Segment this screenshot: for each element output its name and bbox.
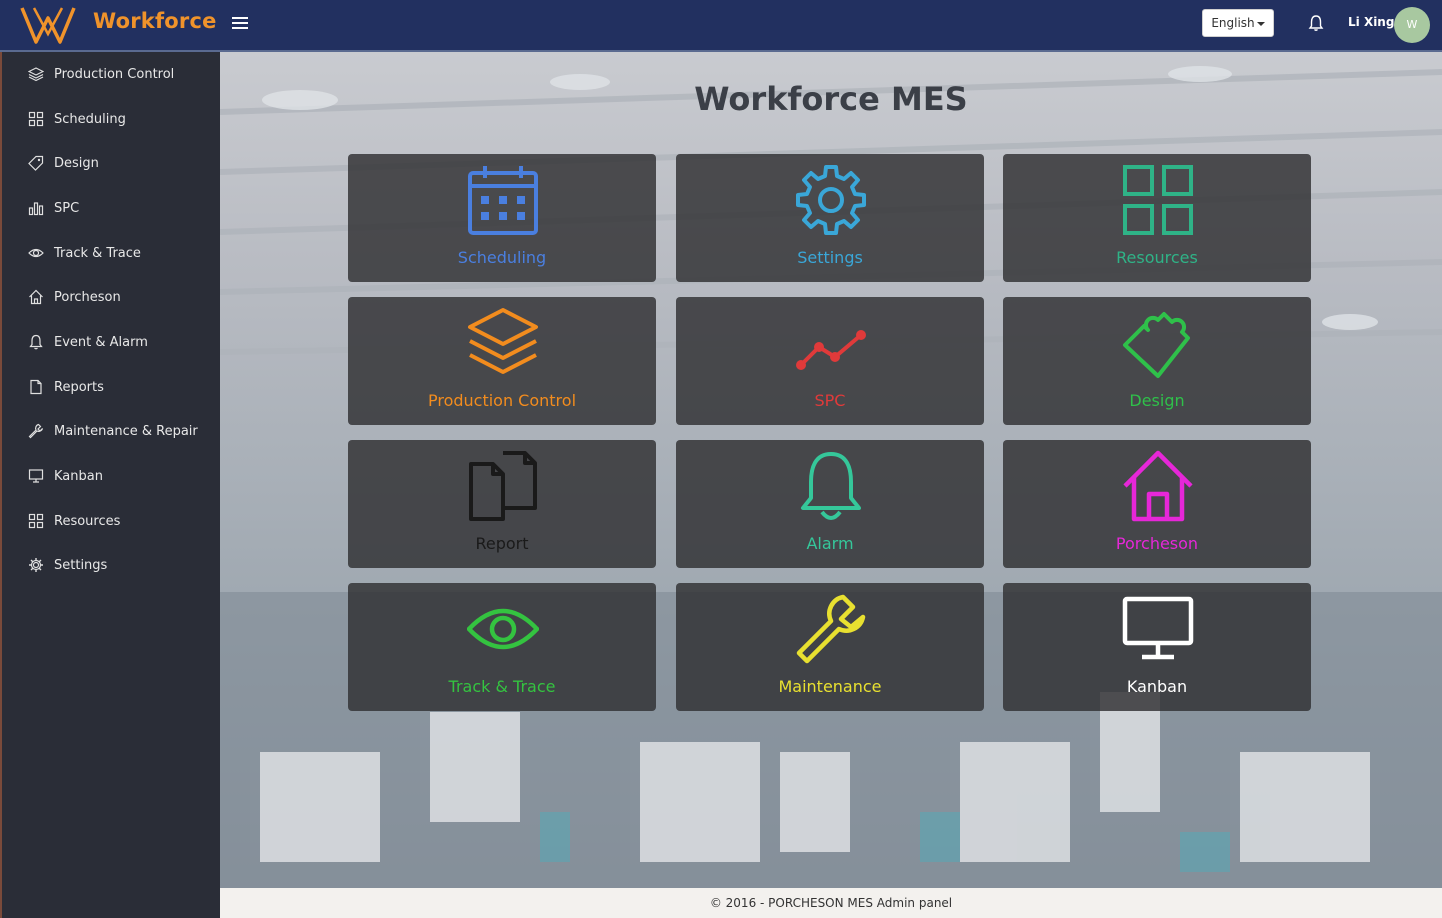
tile-label: Track & Trace [448,677,556,696]
home-icon [29,289,43,305]
sidebar-item-label: Design [54,156,99,171]
tile-report[interactable]: Report [348,440,656,568]
sidebar: Production Control Scheduling Design SPC… [0,52,220,918]
tile-resources[interactable]: Resources [1003,154,1311,282]
bar-chart-icon [28,202,44,216]
tile-label: Design [1129,391,1185,410]
sidebar-item-resources[interactable]: Resources [2,501,220,541]
sidebar-item-production-control[interactable]: Production Control [2,54,220,94]
sidebar-item-label: Resources [54,514,121,529]
tile-label: Resources [1116,248,1198,267]
documents-icon [469,451,537,521]
sidebar-item-label: Event & Alarm [54,335,148,350]
monitor-icon [28,469,44,483]
sidebar-item-label: Settings [54,558,108,573]
bell-icon [29,334,43,350]
sidebar-item-kanban[interactable]: Kanban [2,456,220,496]
tile-spc[interactable]: SPC [676,297,984,425]
house-icon [1123,450,1193,522]
sidebar-item-label: Reports [54,380,104,395]
page-title: Workforce MES [694,80,968,118]
puzzle-icon [1123,312,1190,378]
grid-icon [28,513,44,529]
tile-label: Alarm [806,534,854,553]
sidebar-item-event-alarm[interactable]: Event & Alarm [2,322,220,362]
sidebar-item-settings[interactable]: Settings [2,545,220,585]
sidebar-item-spc[interactable]: SPC [2,188,220,228]
calendar-icon [468,166,538,235]
caret-down-icon [1256,21,1265,26]
workforce-logo-icon[interactable] [20,4,76,46]
grid-icon [1123,165,1193,235]
tile-scheduling[interactable]: Scheduling [348,154,656,282]
brand-name[interactable]: Workforce [93,9,217,33]
top-header: Workforce English Li Xing W [0,0,1442,52]
user-avatar[interactable]: W [1394,7,1430,43]
wrench-icon [796,594,866,664]
layers-icon [468,308,538,374]
tile-design[interactable]: Design [1003,297,1311,425]
tile-label: SPC [814,391,846,410]
menu-toggle-icon[interactable] [232,17,248,31]
sidebar-item-maintenance-repair[interactable]: Maintenance & Repair [2,411,220,451]
sidebar-item-scheduling[interactable]: Scheduling [2,99,220,139]
sidebar-item-design[interactable]: Design [2,143,220,183]
sidebar-item-label: Track & Trace [54,246,141,261]
tile-label: Report [475,534,529,553]
gear-icon [796,165,866,235]
sidebar-item-track-trace[interactable]: Track & Trace [2,233,220,273]
tile-label: Porcheson [1115,534,1199,553]
eye-icon [28,248,44,258]
sidebar-item-label: Production Control [54,67,175,82]
tile-label: Maintenance [778,677,882,696]
wrench-icon [28,423,44,439]
footer-copyright: © 2016 - PORCHESON MES Admin panel [709,896,953,910]
tile-alarm[interactable]: Alarm [676,440,984,568]
tile-settings[interactable]: Settings [676,154,984,282]
monitor-icon [1122,596,1194,660]
footer: © 2016 - PORCHESON MES Admin panel [220,888,1442,918]
tile-label: Scheduling [457,248,547,267]
layers-icon [28,67,44,82]
main-content: Workforce MES Scheduling Settings Resour… [220,52,1442,888]
tag-icon [28,155,44,171]
sidebar-item-label: Porcheson [54,290,121,305]
tile-kanban[interactable]: Kanban [1003,583,1311,711]
user-name[interactable]: Li Xing [1348,15,1394,29]
notification-bell-icon[interactable] [1307,14,1325,32]
bell-icon [801,452,861,520]
eye-icon [467,608,539,650]
document-icon [30,379,42,395]
sidebar-item-label: Kanban [54,469,103,484]
tile-label: Kanban [1126,677,1188,696]
sidebar-item-label: Scheduling [54,112,126,127]
grid-icon [28,111,44,127]
tile-porcheson[interactable]: Porcheson [1003,440,1311,568]
tile-maintenance[interactable]: Maintenance [676,583,984,711]
sidebar-item-label: SPC [54,201,80,216]
sidebar-item-reports[interactable]: Reports [2,367,220,407]
language-label: English [1211,16,1255,30]
sidebar-item-label: Maintenance & Repair [54,424,198,439]
gear-icon [29,558,43,572]
line-chart-icon [796,330,866,370]
tile-label: Production Control [427,391,577,410]
tile-label: Settings [797,248,863,267]
tile-production-control[interactable]: Production Control [348,297,656,425]
tile-track-trace[interactable]: Track & Trace [348,583,656,711]
sidebar-item-porcheson[interactable]: Porcheson [2,277,220,317]
language-dropdown[interactable]: English [1202,9,1274,37]
